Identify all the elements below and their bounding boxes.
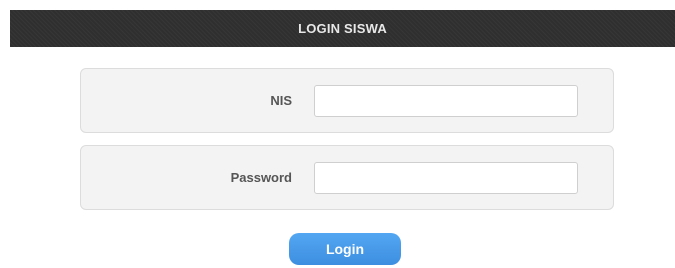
nis-row: NIS [80, 68, 614, 133]
nis-input[interactable] [314, 85, 578, 117]
password-input[interactable] [314, 162, 578, 194]
login-header: LOGIN SISWA [10, 10, 675, 47]
login-button[interactable]: Login [289, 233, 401, 265]
page-title: LOGIN SISWA [298, 21, 387, 36]
nis-label: NIS [270, 93, 292, 108]
password-label: Password [230, 170, 292, 185]
password-row: Password [80, 145, 614, 210]
